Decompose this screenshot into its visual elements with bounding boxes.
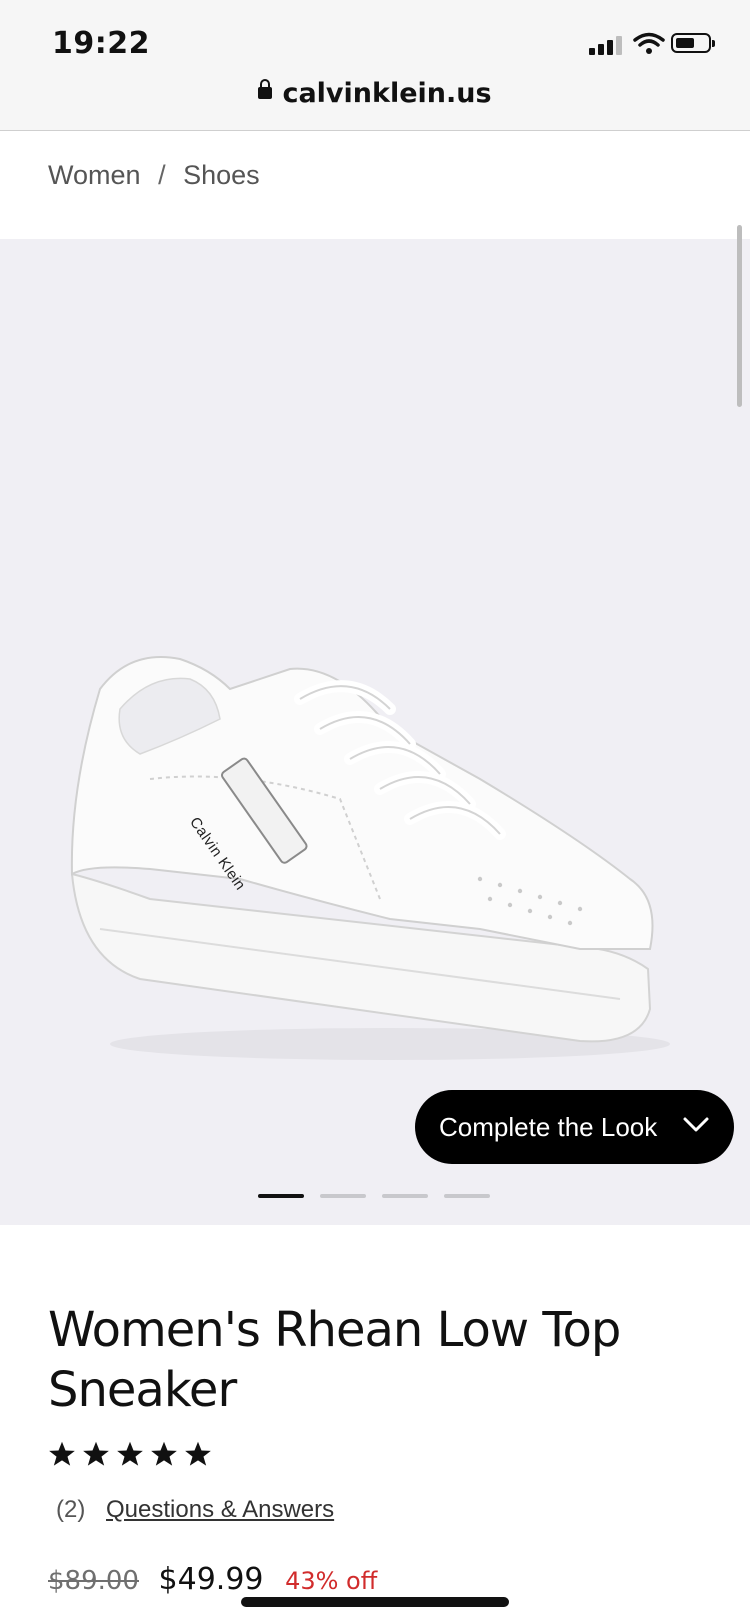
status-time: 19:22 xyxy=(52,26,150,61)
lock-icon xyxy=(258,78,273,99)
home-indicator[interactable] xyxy=(241,1597,509,1607)
product-image[interactable] xyxy=(60,649,690,1069)
original-price: $89.00 xyxy=(48,1566,139,1596)
star-icon xyxy=(185,1441,211,1466)
discount-badge: 43% off xyxy=(285,1567,378,1595)
battery-icon xyxy=(671,33,715,53)
product-image-gallery[interactable]: Calvin Klein Complete the Look xyxy=(0,239,750,1225)
reviews-and-qa: (2) Questions & Answers xyxy=(56,1496,334,1524)
complete-the-look-label: Complete the Look xyxy=(439,1111,658,1142)
gallery-pagination xyxy=(258,1194,490,1198)
url-text: calvinklein.us xyxy=(282,78,492,109)
signal-icon xyxy=(589,31,623,55)
star-icon xyxy=(83,1441,109,1466)
star-icon xyxy=(117,1441,143,1466)
page-scrollbar[interactable] xyxy=(737,225,742,407)
gallery-dot-2[interactable] xyxy=(320,1194,366,1198)
gallery-dot-3[interactable] xyxy=(382,1194,428,1198)
breadcrumb-women[interactable]: Women xyxy=(48,160,141,190)
browser-url-bar[interactable]: calvinklein.us xyxy=(0,70,750,131)
product-title: Women's Rhean Low Top Sneaker xyxy=(48,1302,621,1418)
breadcrumb: Women / Shoes xyxy=(48,160,260,191)
reviews-count[interactable]: (2) xyxy=(56,1496,85,1523)
star-icon xyxy=(151,1441,177,1466)
questions-answers-link[interactable]: Questions & Answers xyxy=(106,1496,334,1523)
complete-the-look-button[interactable]: Complete the Look xyxy=(415,1090,734,1164)
rating-stars[interactable] xyxy=(48,1440,212,1468)
chevron-down-icon xyxy=(683,1117,709,1132)
price-block: $89.00 $49.99 43% off xyxy=(48,1562,377,1597)
gallery-dot-1[interactable] xyxy=(258,1194,304,1198)
wifi-icon xyxy=(633,32,665,54)
star-icon xyxy=(49,1441,75,1466)
gallery-dot-4[interactable] xyxy=(444,1194,490,1198)
breadcrumb-separator: / xyxy=(158,160,166,190)
status-bar: 19:22 xyxy=(0,0,750,70)
sale-price: $49.99 xyxy=(158,1562,264,1597)
breadcrumb-shoes[interactable]: Shoes xyxy=(183,160,260,190)
